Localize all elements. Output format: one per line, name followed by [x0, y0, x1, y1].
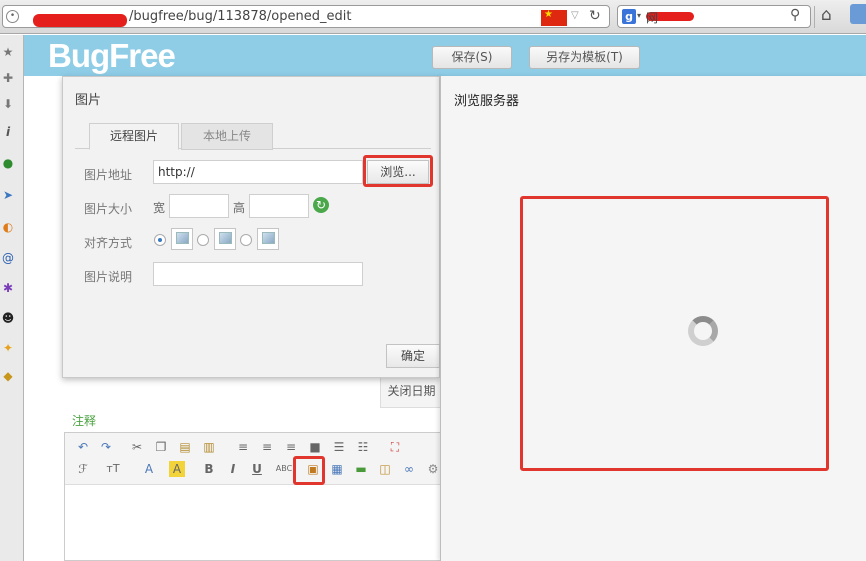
tab-remote-image[interactable]: 远程图片 [89, 123, 179, 150]
align-right-icon [257, 228, 279, 250]
menu-divider [814, 6, 815, 28]
description-label: 图片说明 [84, 270, 133, 284]
align-center-icon[interactable]: ≡ [259, 439, 275, 455]
horizontal-rule-icon[interactable]: ▬ [353, 461, 369, 477]
save-as-template-button[interactable]: 另存为模板(T) [529, 46, 640, 69]
height-label: 高 [233, 201, 246, 215]
bug-icon[interactable]: ✱ [1, 281, 15, 295]
strikethrough-icon[interactable]: ABC [273, 461, 295, 477]
cut-icon[interactable]: ✂ [129, 439, 145, 455]
table-icon[interactable]: ▦ [329, 461, 345, 477]
unordered-list-icon[interactable]: ☷ [355, 439, 371, 455]
editor-toolbar: ↶ ↷ ✂ ❐ ▤ ▥ ≡ ≡ ≡ ■ ☰ ☷ ⛶ ℱ тT A A B I U… [65, 433, 441, 485]
home-icon[interactable]: ⌂ [821, 5, 832, 25]
url-path: /bugfree/bug/113878/opened_edit [129, 9, 352, 24]
align-label: 对齐方式 [84, 236, 133, 250]
site-identity-icon[interactable]: • [6, 10, 19, 23]
insert-image-highlight [293, 456, 325, 485]
shield-icon[interactable]: ◆ [1, 369, 15, 383]
align-right-radio[interactable] [240, 234, 252, 246]
address-bar[interactable]: • /bugfree/bug/113878/opened_edit ★ ▽ ↻ [2, 5, 610, 28]
flag-icon: ★ [541, 10, 567, 26]
app-header: BugFree 保存(S) 另存为模板(T) [24, 35, 866, 76]
align-left-icon [214, 228, 236, 250]
copy-icon[interactable]: ❐ [153, 439, 169, 455]
globe-icon[interactable]: ● [1, 156, 15, 170]
align-left-icon[interactable]: ≡ [235, 439, 251, 455]
chevron-down-icon[interactable]: ▾ [637, 11, 641, 20]
redacted-host [33, 14, 127, 27]
bold-icon[interactable]: B [201, 461, 217, 477]
align-right-icon[interactable]: ≡ [283, 439, 299, 455]
ghost-icon[interactable]: ☻ [1, 311, 15, 325]
bugfree-logo: BugFree [48, 37, 176, 74]
unlink-icon[interactable]: ⚙ [425, 461, 441, 477]
underline-icon[interactable]: U [249, 461, 265, 477]
ok-button[interactable]: 确定 [386, 344, 440, 368]
google-icon[interactable]: g [622, 9, 636, 24]
font-family-icon[interactable]: ℱ [75, 461, 91, 477]
redo-icon[interactable]: ↷ [98, 439, 114, 455]
dropdown-arrow-icon[interactable]: ▽ [571, 10, 579, 21]
align-default-icon [171, 228, 193, 250]
save-button[interactable]: 保存(S) [432, 46, 512, 69]
reload-icon[interactable]: ↻ [589, 8, 601, 24]
paste-icon[interactable]: ▤ [177, 439, 193, 455]
dialog-title: 图片 [75, 93, 102, 108]
rich-text-editor[interactable]: ↶ ↷ ✂ ❐ ▤ ▥ ≡ ≡ ≡ ■ ☰ ☷ ⛶ ℱ тT A A B I U… [64, 432, 442, 561]
height-input[interactable] [249, 194, 309, 218]
width-label: 宽 [153, 201, 166, 215]
firefox-icon[interactable]: ◐ [1, 220, 15, 234]
reset-size-icon[interactable]: ↻ [313, 197, 329, 213]
notes-label: 注释 [72, 414, 97, 428]
image-url-input[interactable]: http:// [153, 160, 363, 184]
spark-icon[interactable]: ✦ [1, 341, 15, 355]
paste-text-icon[interactable]: ▥ [201, 439, 217, 455]
ordered-list-icon[interactable]: ☰ [331, 439, 347, 455]
fullscreen-icon[interactable]: ⛶ [387, 439, 403, 455]
search-bar[interactable]: g ▾ 网 ⚲ [617, 5, 811, 28]
cursor-icon[interactable]: ➤ [1, 188, 15, 202]
info-icon[interactable]: i [1, 125, 15, 139]
undo-icon[interactable]: ↶ [75, 439, 91, 455]
url-label: 图片地址 [84, 168, 133, 182]
dialog-tabs: 远程图片 本地上传 [75, 123, 431, 150]
browse-server-panel: 浏览服务器 [440, 76, 866, 561]
close-date-label: 关闭日期 [380, 378, 442, 408]
width-input[interactable] [169, 194, 229, 218]
image-dialog: 图片 远程图片 本地上传 图片地址 http:// 浏览... 图片大小 宽 高… [62, 76, 440, 378]
media-icon[interactable]: ◫ [377, 461, 393, 477]
highlight-color-icon[interactable]: A [169, 461, 185, 477]
align-default-radio[interactable] [154, 234, 166, 246]
extension-icon[interactable] [850, 4, 866, 24]
search-input[interactable]: 网 [646, 9, 658, 26]
justify-icon[interactable]: ■ [307, 439, 323, 455]
description-input[interactable] [153, 262, 363, 286]
font-color-icon[interactable]: A [141, 461, 157, 477]
size-label: 图片大小 [84, 202, 133, 216]
link-icon[interactable]: ∞ [401, 461, 417, 477]
loading-spinner-icon [688, 316, 718, 346]
panel-title: 浏览服务器 [454, 94, 520, 109]
download-icon[interactable]: ⬇ [1, 97, 15, 111]
browse-highlight [363, 155, 433, 187]
browser-toolbar: • /bugfree/bug/113878/opened_edit ★ ▽ ↻ … [0, 0, 866, 34]
puzzle-icon[interactable]: ✚ [1, 71, 15, 85]
extension-sidebar: ★ ✚ ⬇ i ● ➤ ◐ @ ✱ ☻ ✦ ◆ [0, 35, 24, 561]
spiral-icon[interactable]: @ [1, 251, 15, 265]
tab-local-upload[interactable]: 本地上传 [181, 123, 273, 150]
align-left-radio[interactable] [197, 234, 209, 246]
search-icon[interactable]: ⚲ [790, 7, 800, 23]
font-size-icon[interactable]: тT [105, 461, 121, 477]
star-icon[interactable]: ★ [1, 45, 15, 59]
italic-icon[interactable]: I [225, 461, 241, 477]
loading-area-highlight [520, 196, 829, 471]
